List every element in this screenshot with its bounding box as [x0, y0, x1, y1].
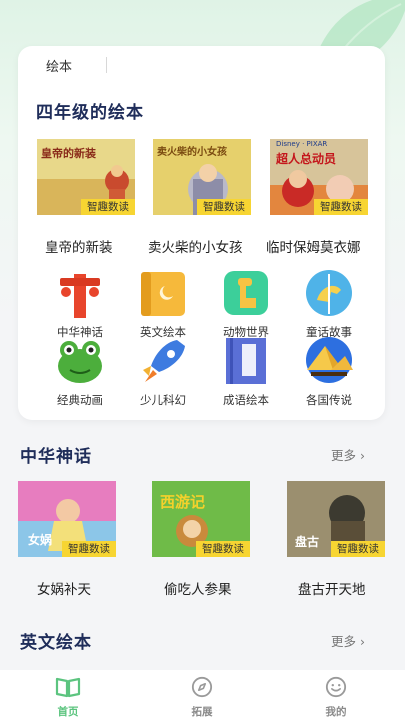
badge: 智趣数读	[196, 541, 250, 557]
badge: 智趣数读	[197, 199, 251, 215]
book-cover[interactable]: 女娲 智趣数读	[18, 481, 116, 557]
nav-label: 我的	[325, 706, 347, 718]
myth-section-title: 中华神话	[20, 447, 92, 467]
book-card[interactable]: 卖火柴的小女孩 智趣数读	[153, 139, 251, 215]
frog-icon	[58, 341, 102, 383]
book-title[interactable]: 临时保姆莫衣娜	[266, 236, 361, 256]
book-card[interactable]: 女娲 智趣数读	[18, 481, 116, 557]
compass-icon	[191, 676, 213, 698]
rocket-icon	[143, 340, 185, 382]
book-cover[interactable]: 皇帝的新装 智趣数读	[37, 139, 135, 215]
book-cover[interactable]: 西游记 智趣数读	[152, 481, 250, 557]
english-more-link[interactable]: 更多 ›	[331, 631, 365, 650]
book-open-icon	[55, 677, 81, 698]
cover-title: 皇帝的新装	[41, 147, 96, 160]
tab-bar: 绘本	[18, 46, 385, 82]
pillar-icon	[60, 274, 100, 318]
cover-title: 女娲	[28, 533, 53, 547]
category-idiom[interactable]: 成语绘本	[211, 336, 281, 408]
book-title[interactable]: 卖火柴的小女孩	[148, 236, 243, 256]
book-title[interactable]: 盘古开天地	[298, 578, 366, 598]
giraffe-icon	[224, 271, 268, 315]
cover-title: 超人总动员	[276, 152, 337, 166]
book-card[interactable]: 皇帝的新装 智趣数读	[37, 139, 135, 215]
nav-home[interactable]: 首页	[38, 676, 98, 719]
badge: 智趣数读	[314, 199, 368, 215]
category-fairy-tale[interactable]: 童话故事	[294, 268, 364, 340]
grade-section-title: 四年级的绘本	[36, 103, 144, 123]
tab-divider	[106, 57, 107, 73]
nav-explore[interactable]: 拓展	[172, 676, 232, 719]
category-scifi[interactable]: 少儿科幻	[128, 336, 198, 408]
tab-picture-book[interactable]: 绘本	[46, 56, 72, 75]
book-card[interactable]: Disney · PIXAR 超人总动员 智趣数读	[270, 139, 368, 215]
pyramid-icon	[306, 337, 353, 383]
category-animal[interactable]: 动物世界	[211, 268, 281, 340]
cover-title: 西游记	[160, 493, 206, 511]
cover-title: 卖火柴的小女孩	[157, 147, 227, 158]
category-label: 经典动画	[57, 393, 103, 407]
book-cover[interactable]: 卖火柴的小女孩 智趣数读	[153, 139, 251, 215]
nav-mine[interactable]: 我的	[306, 676, 366, 719]
category-animation[interactable]: 经典动画	[45, 336, 115, 408]
english-section-title: 英文绘本	[20, 633, 92, 653]
book-title[interactable]: 女娲补天	[37, 578, 91, 598]
book-card[interactable]: 盘古 智趣数读	[287, 481, 385, 557]
category-label: 少儿科幻	[140, 393, 186, 407]
badge: 智趣数读	[62, 541, 116, 557]
nav-label: 首页	[57, 706, 79, 718]
scroll-book-icon	[226, 338, 266, 384]
badge: 智趣数读	[331, 541, 385, 557]
category-label: 成语绘本	[223, 393, 269, 407]
category-label: 各国传说	[306, 393, 352, 407]
book-icon	[141, 272, 185, 316]
category-english[interactable]: 英文绘本	[128, 268, 198, 340]
carousel-horse-icon	[306, 270, 352, 316]
myth-more-link[interactable]: 更多 ›	[331, 445, 365, 464]
book-title[interactable]: 偷吃人参果	[164, 578, 232, 598]
book-cover[interactable]: Disney · PIXAR 超人总动员 智趣数读	[270, 139, 368, 215]
category-myth[interactable]: 中华神话	[45, 268, 115, 340]
book-cover[interactable]: 盘古 智趣数读	[287, 481, 385, 557]
book-card[interactable]: 西游记 智趣数读	[152, 481, 250, 557]
cover-title: 盘古	[295, 535, 320, 549]
nav-label: 拓展	[191, 706, 213, 718]
category-legend[interactable]: 各国传说	[294, 336, 364, 408]
cover-brand: Disney · PIXAR	[276, 140, 328, 148]
badge: 智趣数读	[81, 199, 135, 215]
smiley-icon	[325, 676, 347, 698]
book-title[interactable]: 皇帝的新装	[45, 236, 113, 256]
bottom-nav: 首页 拓展 我的	[0, 670, 405, 720]
